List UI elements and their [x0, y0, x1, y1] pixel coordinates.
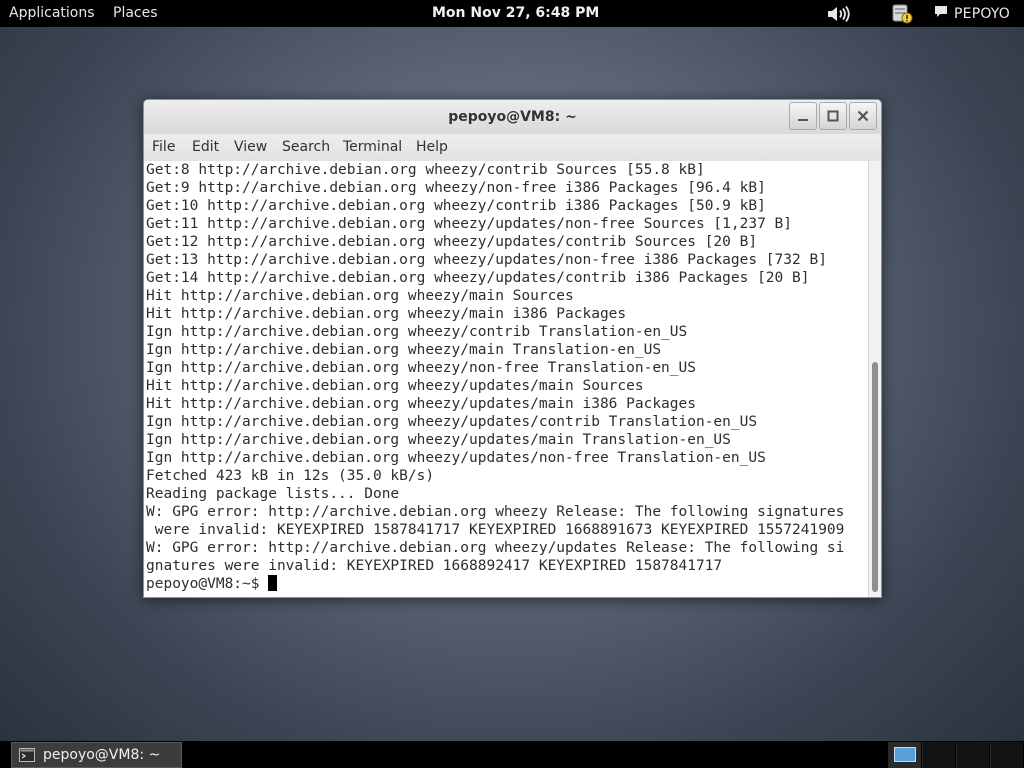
menu-edit[interactable]: Edit	[192, 134, 219, 161]
terminal-line: Get:8 http://archive.debian.org wheezy/c…	[146, 162, 705, 178]
maximize-icon	[827, 110, 839, 122]
menu-view[interactable]: View	[234, 134, 267, 161]
notification-icon[interactable]	[891, 0, 915, 27]
menu-file[interactable]: File	[152, 134, 175, 161]
window-titlebar[interactable]: pepoyo@VM8: ~	[144, 100, 881, 134]
clock[interactable]: Mon Nov 27, 6:48 PM	[432, 0, 599, 27]
volume-icon[interactable]	[826, 0, 852, 27]
terminal-line: Ign http://archive.debian.org wheezy/con…	[146, 324, 688, 340]
terminal-line: Get:9 http://archive.debian.org wheezy/n…	[146, 180, 766, 196]
terminal-line: Hit http://archive.debian.org wheezy/mai…	[146, 306, 627, 322]
applications-menu[interactable]: Applications	[9, 0, 95, 27]
terminal-line: Ign http://archive.debian.org wheezy/mai…	[146, 342, 662, 358]
menu-search[interactable]: Search	[282, 134, 330, 161]
user-name: PEPOYO	[954, 5, 1010, 22]
terminal-line: Get:12 http://archive.debian.org wheezy/…	[146, 234, 758, 250]
workspace-window-thumbnail	[894, 747, 916, 762]
minimize-button[interactable]	[789, 102, 817, 130]
terminal-window: pepoyo@VM8: ~ File Edit View Search Term…	[143, 99, 882, 598]
terminal-line: Get:10 http://archive.debian.org wheezy/…	[146, 198, 766, 214]
terminal-prompt: pepoyo@VM8:~$	[146, 576, 269, 592]
terminal-line: gnatures were invalid: KEYEXPIRED 166889…	[146, 558, 723, 574]
close-button[interactable]	[849, 102, 877, 130]
terminal-prompt-line: pepoyo@VM8:~$	[146, 575, 868, 593]
terminal-line: Ign http://archive.debian.org wheezy/non…	[146, 360, 696, 376]
workspace-4[interactable]	[990, 742, 1023, 768]
close-icon	[857, 110, 869, 122]
taskbar-window-button[interactable]: pepoyo@VM8: ~	[11, 742, 182, 768]
scrollbar-thumb[interactable]	[872, 362, 878, 592]
terminal-output[interactable]: Get:8 http://archive.debian.org wheezy/c…	[144, 161, 868, 597]
terminal-line: Ign http://archive.debian.org wheezy/upd…	[146, 450, 766, 466]
terminal-scrollbar[interactable]	[868, 161, 881, 597]
terminal-line: Get:13 http://archive.debian.org wheezy/…	[146, 252, 827, 268]
terminal-line: Reading package lists... Done	[146, 486, 400, 502]
window-menubar: File Edit View Search Terminal Help	[144, 134, 881, 161]
workspace-2[interactable]	[922, 742, 955, 768]
menu-help[interactable]: Help	[416, 134, 448, 161]
terminal-line: Hit http://archive.debian.org wheezy/mai…	[146, 288, 574, 304]
chat-icon	[934, 5, 948, 23]
places-menu[interactable]: Places	[113, 0, 158, 27]
terminal-line: were invalid: KEYEXPIRED 1587841717 KEYE…	[146, 522, 845, 538]
workspace-3[interactable]	[956, 742, 989, 768]
terminal-line: W: GPG error: http://archive.debian.org …	[146, 540, 845, 556]
workspace-1[interactable]	[888, 742, 921, 768]
bottom-panel: pepoyo@VM8: ~	[0, 741, 1024, 768]
maximize-button[interactable]	[819, 102, 847, 130]
terminal-line: Get:11 http://archive.debian.org wheezy/…	[146, 216, 793, 232]
minimize-icon	[798, 119, 808, 121]
terminal-line: Get:14 http://archive.debian.org wheezy/…	[146, 270, 810, 286]
text-cursor	[268, 575, 278, 591]
taskbar-window-label: pepoyo@VM8: ~	[43, 747, 161, 763]
terminal-icon	[19, 748, 35, 762]
terminal-line: Ign http://archive.debian.org wheezy/upd…	[146, 432, 731, 448]
window-title: pepoyo@VM8: ~	[448, 109, 577, 125]
top-panel: Applications Places Mon Nov 27, 6:48 PM …	[0, 0, 1024, 27]
terminal-line: Hit http://archive.debian.org wheezy/upd…	[146, 378, 644, 394]
terminal-line: Hit http://archive.debian.org wheezy/upd…	[146, 396, 696, 412]
terminal-line: W: GPG error: http://archive.debian.org …	[146, 504, 845, 520]
terminal-line: Fetched 423 kB in 12s (35.0 kB/s)	[146, 468, 435, 484]
menu-terminal[interactable]: Terminal	[343, 134, 402, 161]
user-menu[interactable]: PEPOYO	[934, 0, 1010, 27]
terminal-line: Ign http://archive.debian.org wheezy/upd…	[146, 414, 758, 430]
